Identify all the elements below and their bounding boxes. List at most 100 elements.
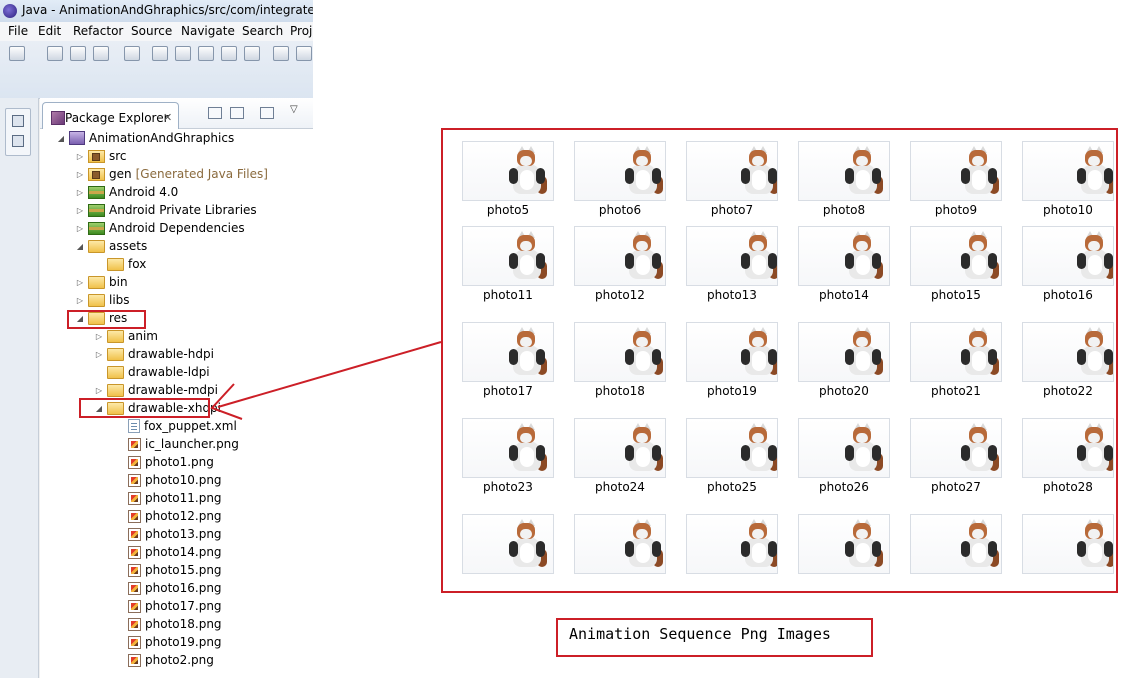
collapse-arrow-icon[interactable]: ▷ — [75, 170, 85, 179]
tree-row[interactable]: photo17.png — [113, 597, 222, 615]
gallery-tile[interactable]: photo20 — [798, 322, 890, 398]
gallery-tile[interactable]: photo23 — [462, 418, 554, 494]
run-icon[interactable] — [175, 46, 191, 61]
link-with-editor-icon[interactable] — [230, 107, 244, 119]
download-icon[interactable] — [273, 46, 289, 61]
tree-row[interactable]: ▷ Android 4.0 — [75, 183, 178, 201]
tree-row[interactable]: ic_launcher.png — [113, 435, 239, 453]
gallery-tile[interactable] — [686, 514, 778, 574]
gallery-tile[interactable]: photo12 — [574, 226, 666, 302]
gallery-tile[interactable]: photo8 — [798, 141, 890, 217]
gallery-tile[interactable]: photo6 — [574, 141, 666, 217]
search-icon[interactable] — [244, 46, 260, 61]
menu-search[interactable]: Search — [242, 24, 283, 38]
tree-row[interactable]: ▷ drawable-mdpi — [94, 381, 218, 399]
tree-row[interactable]: ▷ src — [75, 147, 127, 165]
gallery-tile[interactable]: photo9 — [910, 141, 1002, 217]
tree-row[interactable]: ▷ drawable-hdpi — [94, 345, 214, 363]
restore-icon[interactable] — [12, 115, 24, 127]
expand-arrow-icon[interactable]: ◢ — [94, 404, 104, 413]
debug-icon[interactable] — [152, 46, 168, 61]
tree-row[interactable]: ▷ libs — [75, 291, 130, 309]
collapse-arrow-icon[interactable]: ▷ — [75, 224, 85, 233]
gallery-tile[interactable]: photo14 — [798, 226, 890, 302]
gallery-tile[interactable]: photo5 — [462, 141, 554, 217]
gallery-tile[interactable]: photo25 — [686, 418, 778, 494]
minimized-view-stack[interactable] — [5, 108, 31, 156]
menu-edit[interactable]: Edit — [38, 24, 61, 38]
gallery-tile[interactable]: photo22 — [1022, 322, 1114, 398]
gallery-tile[interactable]: photo13 — [686, 226, 778, 302]
tree-row[interactable]: ◢ assets — [75, 237, 147, 255]
expand-arrow-icon[interactable]: ◢ — [75, 242, 85, 251]
collapse-arrow-icon[interactable]: ▷ — [94, 332, 104, 341]
gallery-tile[interactable]: photo11 — [462, 226, 554, 302]
collapse-arrow-icon[interactable]: ▷ — [75, 152, 85, 161]
tree-row[interactable]: photo16.png — [113, 579, 222, 597]
collapse-arrow-icon[interactable]: ▷ — [75, 278, 85, 287]
binary-icon[interactable] — [124, 46, 140, 61]
collapse-all-icon[interactable] — [208, 107, 222, 119]
gallery-tile[interactable]: photo21 — [910, 322, 1002, 398]
tree-row[interactable]: photo2.png — [113, 651, 214, 669]
tree-row[interactable]: ▷ Android Dependencies — [75, 219, 245, 237]
gallery-tile[interactable]: photo28 — [1022, 418, 1114, 494]
tree-row[interactable]: ▷ anim — [94, 327, 158, 345]
close-icon[interactable]: ✕ — [163, 111, 172, 124]
gallery-tile[interactable] — [798, 514, 890, 574]
gallery-tile[interactable]: photo24 — [574, 418, 666, 494]
android-sdk-icon[interactable] — [296, 46, 312, 61]
menu-file[interactable]: File — [8, 24, 28, 38]
tree-row[interactable]: ◢ AnimationAndGhraphics — [56, 129, 234, 147]
gallery-tile[interactable]: photo15 — [910, 226, 1002, 302]
save-icon[interactable] — [47, 46, 63, 61]
new-icon[interactable] — [9, 46, 25, 61]
gallery-tile[interactable]: photo19 — [686, 322, 778, 398]
collapse-arrow-icon[interactable]: ▷ — [75, 296, 85, 305]
gallery-tile[interactable] — [574, 514, 666, 574]
tree-row[interactable]: photo10.png — [113, 471, 222, 489]
tree-row[interactable]: photo11.png — [113, 489, 222, 507]
tree-row[interactable]: photo19.png — [113, 633, 222, 651]
collapse-arrow-icon[interactable]: ▷ — [75, 206, 85, 215]
outline-view-icon[interactable] — [12, 135, 24, 147]
tree-row[interactable]: photo12.png — [113, 507, 222, 525]
gallery-tile[interactable] — [910, 514, 1002, 574]
gallery-tile[interactable]: photo18 — [574, 322, 666, 398]
gallery-tile[interactable]: photo7 — [686, 141, 778, 217]
tree-row[interactable]: drawable-ldpi — [94, 363, 210, 381]
tree-row[interactable]: photo18.png — [113, 615, 222, 633]
expand-arrow-icon[interactable]: ◢ — [56, 134, 66, 143]
collapse-arrow-icon[interactable]: ▷ — [75, 188, 85, 197]
external-tools-icon[interactable] — [198, 46, 214, 61]
gallery-tile[interactable]: photo16 — [1022, 226, 1114, 302]
gallery-tile[interactable]: photo27 — [910, 418, 1002, 494]
chevron-down-icon[interactable]: ▽ — [290, 104, 298, 115]
tree-row[interactable]: photo1.png — [113, 453, 214, 471]
view-menu-icon[interactable] — [260, 107, 274, 119]
save-all-icon[interactable] — [70, 46, 86, 61]
tree-row[interactable]: ◢ drawable-xhdpi — [94, 399, 221, 417]
tree-row[interactable]: ▷ Android Private Libraries — [75, 201, 257, 219]
menu-navigate[interactable]: Navigate — [181, 24, 235, 38]
menu-refactor[interactable]: Refactor — [73, 24, 123, 38]
print-icon[interactable] — [93, 46, 109, 61]
expand-arrow-icon[interactable]: ◢ — [75, 314, 85, 323]
tree-row[interactable]: fox_puppet.xml — [113, 417, 237, 435]
tree-row[interactable]: photo15.png — [113, 561, 222, 579]
tree-row[interactable]: photo14.png — [113, 543, 222, 561]
gallery-tile[interactable]: photo26 — [798, 418, 890, 494]
tree-row[interactable]: ▷ bin — [75, 273, 128, 291]
tab-package-explorer[interactable]: Package Explorer ✕ — [42, 102, 179, 129]
tree-row[interactable]: ◢ res — [75, 309, 127, 327]
menu-source[interactable]: Source — [131, 24, 172, 38]
tree-row[interactable]: photo13.png — [113, 525, 222, 543]
collapse-arrow-icon[interactable]: ▷ — [94, 386, 104, 395]
gallery-tile[interactable] — [1022, 514, 1114, 574]
open-type-icon[interactable] — [221, 46, 237, 61]
menu-project[interactable]: Proj — [290, 24, 312, 38]
gallery-tile[interactable] — [462, 514, 554, 574]
gallery-tile[interactable]: photo17 — [462, 322, 554, 398]
collapse-arrow-icon[interactable]: ▷ — [94, 350, 104, 359]
tree-row[interactable]: fox — [94, 255, 146, 273]
